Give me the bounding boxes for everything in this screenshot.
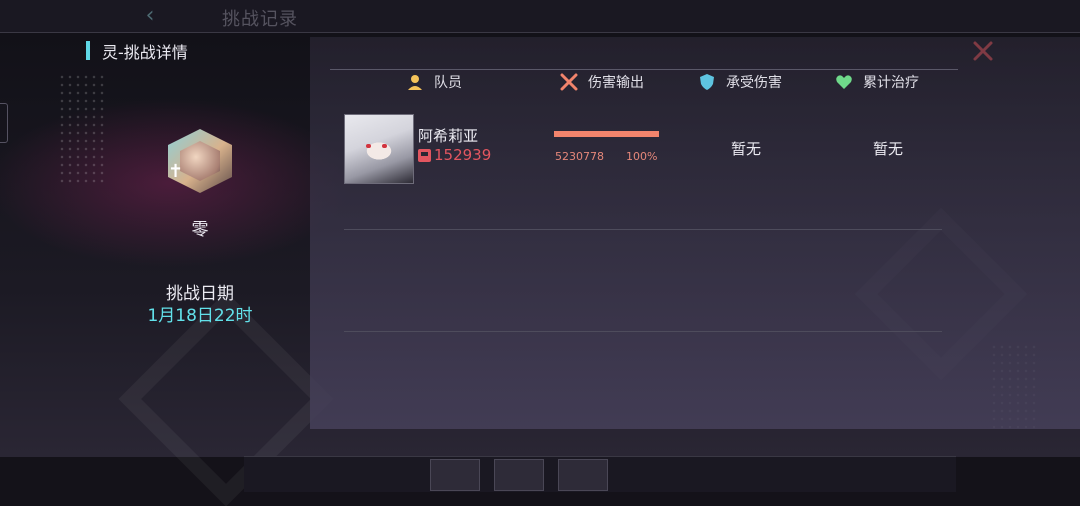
shield-icon [698, 73, 716, 91]
edge-tab [0, 103, 8, 143]
power-icon [418, 148, 431, 162]
thumbnail [494, 459, 544, 491]
column-label: 累计治疗 [863, 75, 919, 91]
decor-dots [58, 73, 106, 183]
modal-title: 灵-挑战详情 [102, 43, 188, 62]
challenge-date-value: 1月18日22时 [147, 306, 253, 326]
header-divider [330, 69, 958, 70]
damage-value: 5230778 [555, 150, 604, 163]
column-header-healing: 累计治疗 [835, 72, 919, 92]
healing-value: 暂无 [872, 140, 903, 158]
damage-bar [554, 131, 659, 137]
column-header-member: 队员 [406, 72, 462, 92]
power-value: 152939 [434, 146, 492, 164]
boss-name: 零 [191, 220, 209, 240]
heart-icon [835, 73, 853, 91]
crossed-swords-icon [560, 73, 578, 91]
member-name: 阿希莉亚 [418, 127, 479, 145]
member-avatar [344, 114, 414, 184]
row-divider [344, 229, 942, 230]
background-list-row [244, 456, 956, 492]
background-header [0, 0, 1080, 32]
column-header-damage: 伤害输出 [560, 72, 644, 92]
row-divider [344, 331, 942, 332]
background-title: 挑战记录 [222, 9, 298, 30]
member-icon [406, 73, 424, 91]
damage-bar-fill [554, 131, 659, 137]
thumbnail [558, 459, 608, 491]
column-label: 伤害输出 [588, 75, 644, 91]
avatar-eye [382, 144, 387, 148]
cross-icon: ✝ [168, 161, 184, 182]
thumbnail [430, 459, 480, 491]
damage-percent: 100% [626, 150, 658, 163]
stats-panel [310, 37, 1080, 429]
column-label: 队员 [434, 75, 462, 91]
back-button[interactable]: ‹ [138, 4, 162, 28]
damage-taken-value: 暂无 [730, 140, 761, 158]
avatar-eye [366, 144, 371, 148]
column-label: 承受伤害 [726, 75, 782, 91]
title-accent-bar [86, 41, 90, 60]
member-power: 152939 [418, 146, 491, 164]
column-header-damage-taken: 承受伤害 [698, 72, 782, 92]
